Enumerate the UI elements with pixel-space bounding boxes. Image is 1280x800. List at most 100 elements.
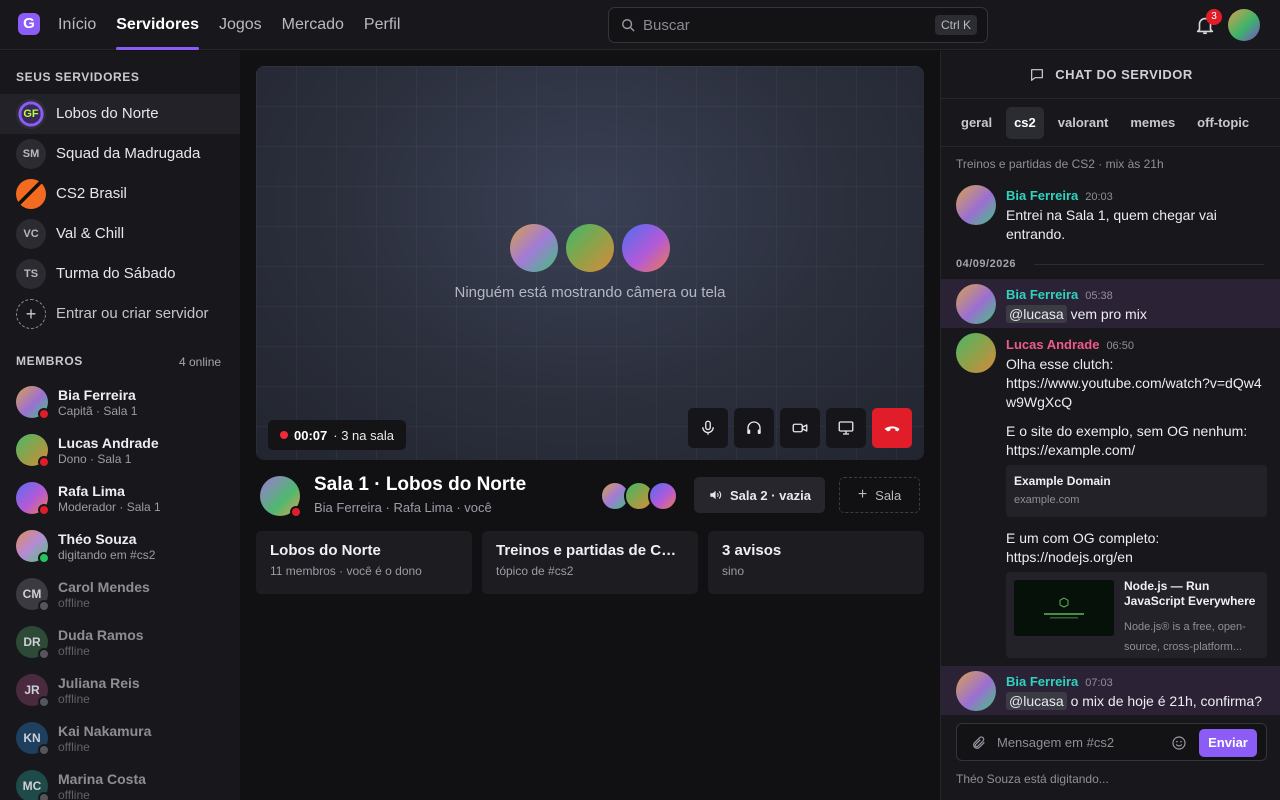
left-sidebar: SEUS SERVIDORES GF Lobos do Norte SM Squ… [0, 51, 240, 800]
member-name: Juliana Reis [58, 675, 140, 691]
user-avatar[interactable] [1228, 9, 1260, 41]
tab-geral[interactable]: geral [953, 107, 1000, 139]
preview-title: Node.js — Run JavaScript Everywhere [1124, 579, 1256, 608]
member-rafa-lima[interactable]: Rafa Lima Moderador · Sala 1 [0, 482, 240, 530]
server-squad-da-madrugada[interactable]: SM Squad da Madrugada [0, 134, 240, 174]
preview-title: Example Domain [1014, 474, 1111, 488]
mention[interactable]: @lucasa [1006, 305, 1067, 323]
server-turma-do-sabado[interactable]: TS Turma do Sábado [0, 254, 240, 294]
search-input[interactable] [643, 8, 933, 42]
nav-mercado[interactable]: Mercado [282, 0, 344, 50]
speaker-icon [710, 490, 722, 500]
app-logo[interactable]: G [18, 13, 40, 35]
server-cs2-brasil[interactable]: CS2 Brasil [0, 174, 240, 214]
status-dot [38, 504, 50, 516]
member-carol-mendes[interactable]: CM Carol Mendes offline [0, 578, 240, 626]
main-nav: Início Servidores Jogos Mercado Perfil [58, 0, 400, 50]
link-youtube[interactable]: https://www.youtube.com/watch?v=dQw4w9Wg… [1006, 374, 1268, 412]
member-theo-souza[interactable]: Théo Souza digitando em #cs2 [0, 530, 240, 578]
member-name: Carol Mendes [58, 579, 150, 595]
member-status: offline [58, 692, 90, 706]
participant-avatar [510, 224, 558, 272]
server-icon [16, 179, 46, 209]
member-name: Marina Costa [58, 771, 146, 787]
headphones-button[interactable] [734, 408, 774, 448]
plus-icon: + [857, 486, 868, 503]
nav-inicio[interactable]: Início [58, 0, 96, 50]
tab-off-topic[interactable]: off-topic [1189, 107, 1257, 139]
call-timer: 00:07 · 3 na sala [268, 420, 406, 450]
message-text: @lucasa o mix de hoje é 21h, confirma? [1006, 692, 1276, 711]
voice-room-panel: Ninguém está mostrando câmera ou tela 00… [240, 51, 940, 800]
message-author: Bia Ferreira 05:38 [1006, 287, 1113, 302]
link-preview-nodejs[interactable]: Node.js — Run JavaScript Everywhere Node… [1006, 572, 1267, 658]
search-box[interactable]: Ctrl K [608, 7, 988, 43]
screen-share-button[interactable] [826, 408, 866, 448]
status-dot [38, 696, 50, 708]
send-button[interactable]: Enviar [1199, 729, 1257, 757]
member-name: Rafa Lima [58, 483, 125, 499]
chat-header: CHAT DO SERVIDOR [941, 51, 1280, 99]
nav-jogos[interactable]: Jogos [219, 0, 262, 50]
link-example[interactable]: https://example.com/ [1006, 441, 1268, 460]
avatar [956, 333, 996, 373]
microphone-icon [702, 420, 714, 435]
participant-count: · 3 na sala [333, 427, 394, 443]
nav-perfil[interactable]: Perfil [364, 0, 400, 50]
emoji-icon[interactable] [1171, 735, 1187, 751]
create-room-button[interactable]: + Sala [839, 477, 920, 513]
member-name: Duda Ramos [58, 627, 144, 643]
member-status: Dono · Sala 1 [58, 452, 132, 466]
member-bia-ferreira[interactable]: Bia Ferreira Capitã · Sala 1 [0, 386, 240, 434]
avatar [956, 284, 996, 324]
member-lucas-andrade[interactable]: Lucas Andrade Dono · Sala 1 [0, 434, 240, 482]
preview-thumbnail [1014, 580, 1114, 636]
message-author: Lucas Andrade 06:50 [1006, 337, 1134, 352]
tab-cs2[interactable]: cs2 [1006, 107, 1044, 139]
member-kai-nakamura[interactable]: KN Kai Nakamura offline [0, 722, 240, 770]
card-server[interactable]: Lobos do Norte 11 membros · você é o don… [256, 531, 472, 594]
message-time: 06:50 [1106, 340, 1134, 352]
member-status: offline [58, 740, 90, 754]
tab-memes[interactable]: memes [1122, 107, 1183, 139]
server-label: Squad da Madrugada [56, 145, 201, 162]
status-dot [38, 552, 50, 564]
nav-servidores[interactable]: Servidores [116, 0, 199, 50]
member-status: digitando em #cs2 [58, 548, 156, 562]
message-text: Olha esse clutch: [1006, 356, 1114, 372]
channel-tabs: geral cs2 valorant memes off-topic [953, 107, 1257, 139]
status-dot [290, 506, 302, 518]
member-juliana-reis[interactable]: JR Juliana Reis offline [0, 674, 240, 722]
mic-button[interactable] [688, 408, 728, 448]
message-text: E um com OG completo: [1006, 530, 1160, 546]
message-input[interactable] [997, 724, 1167, 760]
member-duda-ramos[interactable]: DR Duda Ramos offline [0, 626, 240, 674]
paperclip-icon[interactable] [971, 735, 987, 751]
message-composer: Enviar [956, 723, 1267, 761]
camera-button[interactable] [780, 408, 820, 448]
add-server-button[interactable]: + Entrar ou criar servidor [0, 294, 240, 334]
mention[interactable]: @lucasa [1006, 692, 1067, 710]
card-subtitle: sino [722, 564, 745, 578]
member-status: offline [58, 788, 90, 800]
message: Bia Ferreira 20:03 Entrei na Sala 1, quem… [941, 181, 1280, 245]
link-preview-example[interactable]: Example Domain example.com [1006, 465, 1267, 517]
member-name: Lucas Andrade [58, 435, 159, 451]
author-name: Bia Ferreira [1006, 674, 1079, 689]
link-nodejs[interactable]: https://nodejs.org/en [1006, 548, 1268, 567]
preview-domain: example.com [1014, 494, 1080, 506]
leave-call-button[interactable] [872, 408, 912, 448]
headphones-icon [747, 421, 761, 434]
card-topic[interactable]: Treinos e partidas de CS2 · mix às 21h t… [482, 531, 698, 594]
message-list[interactable]: Bia Ferreira 20:03 Entrei na Sala 1, quem… [941, 175, 1280, 715]
date-separator: 04/09/2026 [956, 258, 1265, 270]
server-lobos-do-norte[interactable]: GF Lobos do Norte [0, 94, 240, 134]
join-sala2-button[interactable]: Sala 2 · vazia [694, 477, 825, 513]
server-val-chill[interactable]: VC Val & Chill [0, 214, 240, 254]
card-notices[interactable]: 3 avisos sino [708, 531, 924, 594]
servers-heading: SEUS SERVIDORES [16, 70, 140, 84]
member-marina-costa[interactable]: MC Marina Costa offline [0, 770, 240, 800]
channel-topic: Treinos e partidas de CS2 · mix às 21h [956, 157, 1164, 171]
tab-valorant[interactable]: valorant [1050, 107, 1117, 139]
server-label: Lobos do Norte [56, 105, 159, 122]
